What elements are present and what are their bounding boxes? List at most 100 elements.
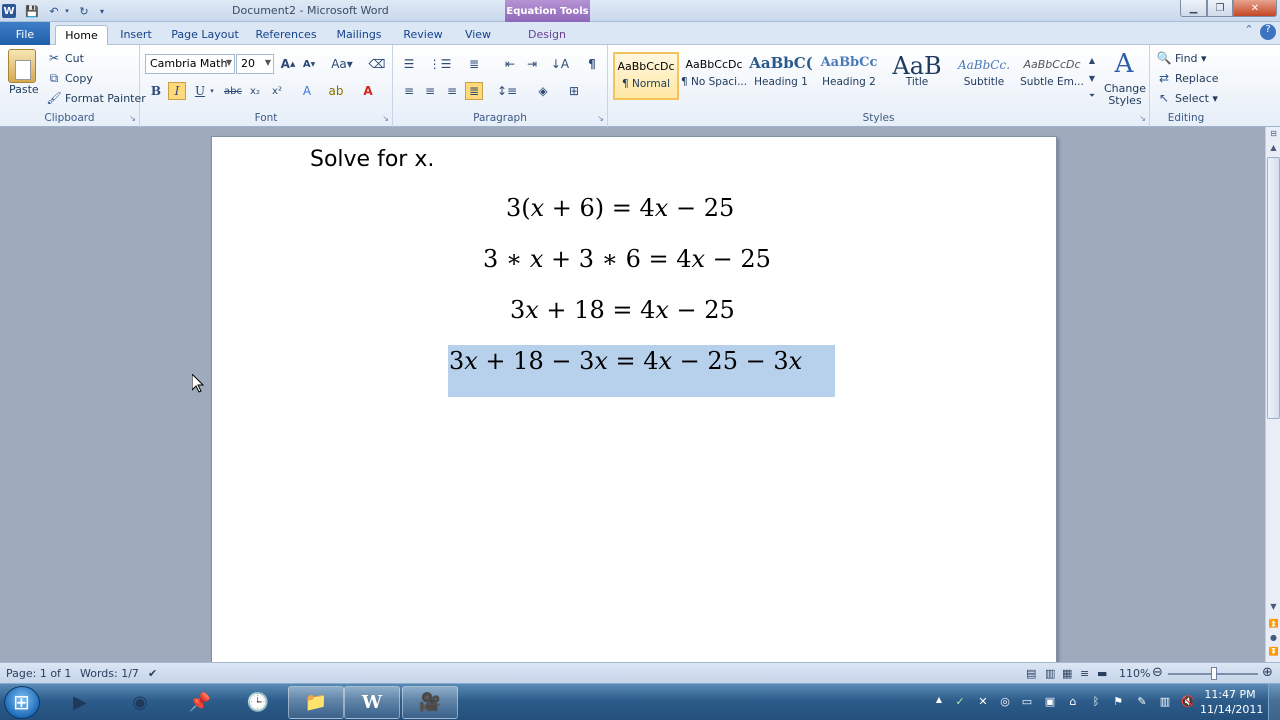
style-subtitle[interactable]: AaBbCc. Subtitle bbox=[951, 52, 1017, 100]
tray-tool-icon[interactable]: ✕ bbox=[976, 695, 990, 709]
vertical-scrollbar[interactable]: ⊟ ▲ ▼ ⏫ ● ⏬ bbox=[1265, 127, 1280, 662]
styles-scroll-down-icon[interactable]: ▼ bbox=[1086, 69, 1098, 87]
undo-icon[interactable]: ↶ bbox=[46, 3, 62, 19]
tab-file[interactable]: File bbox=[0, 22, 50, 45]
selected-equation-line[interactable]: 3𝑥 + 18 − 3𝑥 = 4𝑥 − 25 − 3𝑥 bbox=[449, 347, 802, 375]
redo-icon[interactable]: ↻ bbox=[76, 3, 92, 19]
document-heading[interactable]: Solve for x. bbox=[310, 147, 434, 172]
tray-record-icon[interactable]: ◎ bbox=[998, 695, 1012, 709]
bullets-icon[interactable]: ☰ bbox=[400, 55, 418, 73]
borders-icon[interactable]: ⊞ bbox=[565, 82, 583, 100]
font-name-combo[interactable]: Cambria Math ▼ bbox=[145, 54, 235, 74]
styles-scroll-up-icon[interactable]: ▲ bbox=[1086, 51, 1098, 69]
style-heading-2[interactable]: AaBbCc Heading 2 bbox=[816, 52, 882, 100]
equation-line[interactable]: 3(𝑥 + 6) = 4𝑥 − 25 bbox=[506, 194, 734, 222]
next-page-icon[interactable]: ⏬ bbox=[1267, 647, 1280, 659]
cut-button[interactable]: ✂ Cut bbox=[46, 50, 84, 66]
shrink-font-icon[interactable]: A ▼ bbox=[300, 55, 318, 73]
text-effects-icon[interactable]: A bbox=[298, 82, 316, 100]
clear-formatting-icon[interactable]: ⌫ bbox=[368, 55, 386, 73]
tray-display-icon[interactable]: ▣ bbox=[1043, 695, 1057, 709]
styles-more-icon[interactable]: ⏷ bbox=[1086, 87, 1098, 105]
zoom-slider-knob[interactable] bbox=[1211, 667, 1217, 680]
paste-icon[interactable] bbox=[8, 49, 36, 83]
superscript-icon[interactable]: x² bbox=[268, 82, 286, 100]
paragraph-launcher-icon[interactable]: ↘ bbox=[597, 114, 604, 123]
underline-dropdown-icon[interactable]: ▾ bbox=[207, 82, 217, 100]
style-heading-1[interactable]: AaBbC( Heading 1 bbox=[748, 52, 814, 100]
chrome-icon[interactable]: ◉ bbox=[112, 686, 168, 719]
scroll-up-icon[interactable]: ▲ bbox=[1267, 143, 1280, 155]
tray-network-icon[interactable]: ⌂ bbox=[1066, 695, 1080, 709]
tab-page-layout[interactable]: Page Layout bbox=[168, 25, 242, 45]
justify-icon[interactable]: ≣ bbox=[465, 82, 483, 100]
print-layout-icon[interactable]: ▤ bbox=[1026, 667, 1036, 680]
equation-line[interactable]: 3 ∗ 𝑥 + 3 ∗ 6 = 4𝑥 − 25 bbox=[483, 245, 771, 273]
full-screen-reading-icon[interactable]: ▥ bbox=[1045, 667, 1055, 680]
help-icon[interactable]: ? bbox=[1260, 24, 1276, 40]
zoom-out-icon[interactable]: ⊖ bbox=[1152, 665, 1163, 680]
format-painter-button[interactable]: 🖌 Format Painter bbox=[46, 90, 145, 106]
tray-app-icon[interactable]: ✓ bbox=[953, 695, 967, 709]
italic-icon[interactable]: I bbox=[168, 82, 186, 100]
scroll-down-icon[interactable]: ▼ bbox=[1267, 602, 1280, 614]
previous-page-icon[interactable]: ⏫ bbox=[1267, 619, 1280, 631]
minimize-ribbon-icon[interactable]: ⌃ bbox=[1240, 23, 1258, 41]
tab-design[interactable]: Design bbox=[520, 25, 574, 45]
document-area[interactable]: Solve for x. 3(𝑥 + 6) = 4𝑥 − 25 3 ∗ 𝑥 + … bbox=[0, 127, 1265, 666]
explorer-icon[interactable]: 📁 bbox=[288, 686, 344, 719]
media-player-icon[interactable]: ▶ bbox=[52, 686, 108, 719]
minimize-button[interactable]: ▁ bbox=[1180, 0, 1207, 17]
web-layout-icon[interactable]: ▦ bbox=[1062, 667, 1072, 680]
grow-font-icon[interactable]: A ▲ bbox=[279, 55, 297, 73]
volume-icon[interactable]: 🔇 bbox=[1181, 695, 1195, 709]
scroll-thumb[interactable] bbox=[1267, 157, 1280, 419]
multilevel-list-icon[interactable]: ≣ bbox=[465, 55, 483, 73]
bold-icon[interactable]: B bbox=[147, 82, 165, 100]
outline-icon[interactable]: ≡ bbox=[1080, 667, 1089, 680]
pin-icon[interactable]: 📌 bbox=[172, 686, 228, 719]
sort-icon[interactable]: ↓A bbox=[551, 55, 569, 73]
font-launcher-icon[interactable]: ↘ bbox=[382, 114, 389, 123]
select-button[interactable]: ↖ Select ▾ bbox=[1156, 90, 1218, 106]
draft-icon[interactable]: ▬ bbox=[1097, 667, 1107, 680]
equation-line[interactable]: 3𝑥 + 18 = 4𝑥 − 25 bbox=[510, 296, 735, 324]
page-count[interactable]: Page: 1 of 1 bbox=[6, 667, 71, 680]
action-center-icon[interactable]: ⚑ bbox=[1111, 695, 1125, 709]
word-logo-icon[interactable]: W bbox=[2, 4, 16, 18]
recorder-icon[interactable]: 🎥 bbox=[402, 686, 458, 719]
tab-review[interactable]: Review bbox=[398, 25, 448, 45]
show-desktop-button[interactable] bbox=[1268, 684, 1280, 720]
decrease-indent-icon[interactable]: ⇤ bbox=[501, 55, 519, 73]
change-case-icon[interactable]: Aa▾ bbox=[330, 55, 354, 73]
find-button[interactable]: 🔍 Find ▾ bbox=[1156, 50, 1207, 66]
font-size-combo[interactable]: 20 ▼ bbox=[236, 54, 274, 74]
strikethrough-icon[interactable]: abc bbox=[224, 82, 242, 100]
replace-button[interactable]: ⇄ Replace bbox=[1156, 70, 1219, 86]
tray-bluetooth-icon[interactable]: ᛒ bbox=[1089, 695, 1103, 709]
style-no-spacing[interactable]: AaBbCcDc ¶ No Spaci... bbox=[681, 52, 747, 100]
styles-launcher-icon[interactable]: ↘ bbox=[1139, 114, 1146, 123]
tab-insert[interactable]: Insert bbox=[114, 25, 158, 45]
network-icon[interactable]: ▥ bbox=[1158, 695, 1172, 709]
customize-qat-icon[interactable]: ▾ bbox=[96, 3, 108, 19]
highlight-icon[interactable]: ab bbox=[327, 82, 345, 100]
tab-references[interactable]: References bbox=[252, 25, 320, 45]
numbering-icon[interactable]: ⋮☰ bbox=[429, 55, 452, 73]
proofing-icon[interactable]: ✔ bbox=[148, 667, 157, 680]
copy-button[interactable]: ⧉ Copy bbox=[46, 70, 93, 86]
restore-button[interactable]: ❐ bbox=[1207, 0, 1233, 17]
document-page[interactable]: Solve for x. 3(𝑥 + 6) = 4𝑥 − 25 3 ∗ 𝑥 + … bbox=[211, 136, 1057, 666]
word-count[interactable]: Words: 1/7 bbox=[80, 667, 139, 680]
clock-app-icon[interactable]: 🕒 bbox=[230, 686, 286, 719]
save-icon[interactable]: 💾 bbox=[24, 3, 40, 19]
change-styles-button[interactable]: Change Styles bbox=[1104, 83, 1146, 107]
browse-object-icon[interactable]: ● bbox=[1267, 633, 1280, 645]
ruler-toggle-icon[interactable]: ⊟ bbox=[1267, 129, 1280, 141]
subscript-icon[interactable]: x₂ bbox=[246, 82, 264, 100]
start-button[interactable] bbox=[4, 686, 40, 719]
increase-indent-icon[interactable]: ⇥ bbox=[523, 55, 541, 73]
clock[interactable]: 11:47 PM 11/14/2011 bbox=[1200, 687, 1263, 717]
align-center-icon[interactable]: ≡ bbox=[421, 82, 439, 100]
align-right-icon[interactable]: ≡ bbox=[443, 82, 461, 100]
